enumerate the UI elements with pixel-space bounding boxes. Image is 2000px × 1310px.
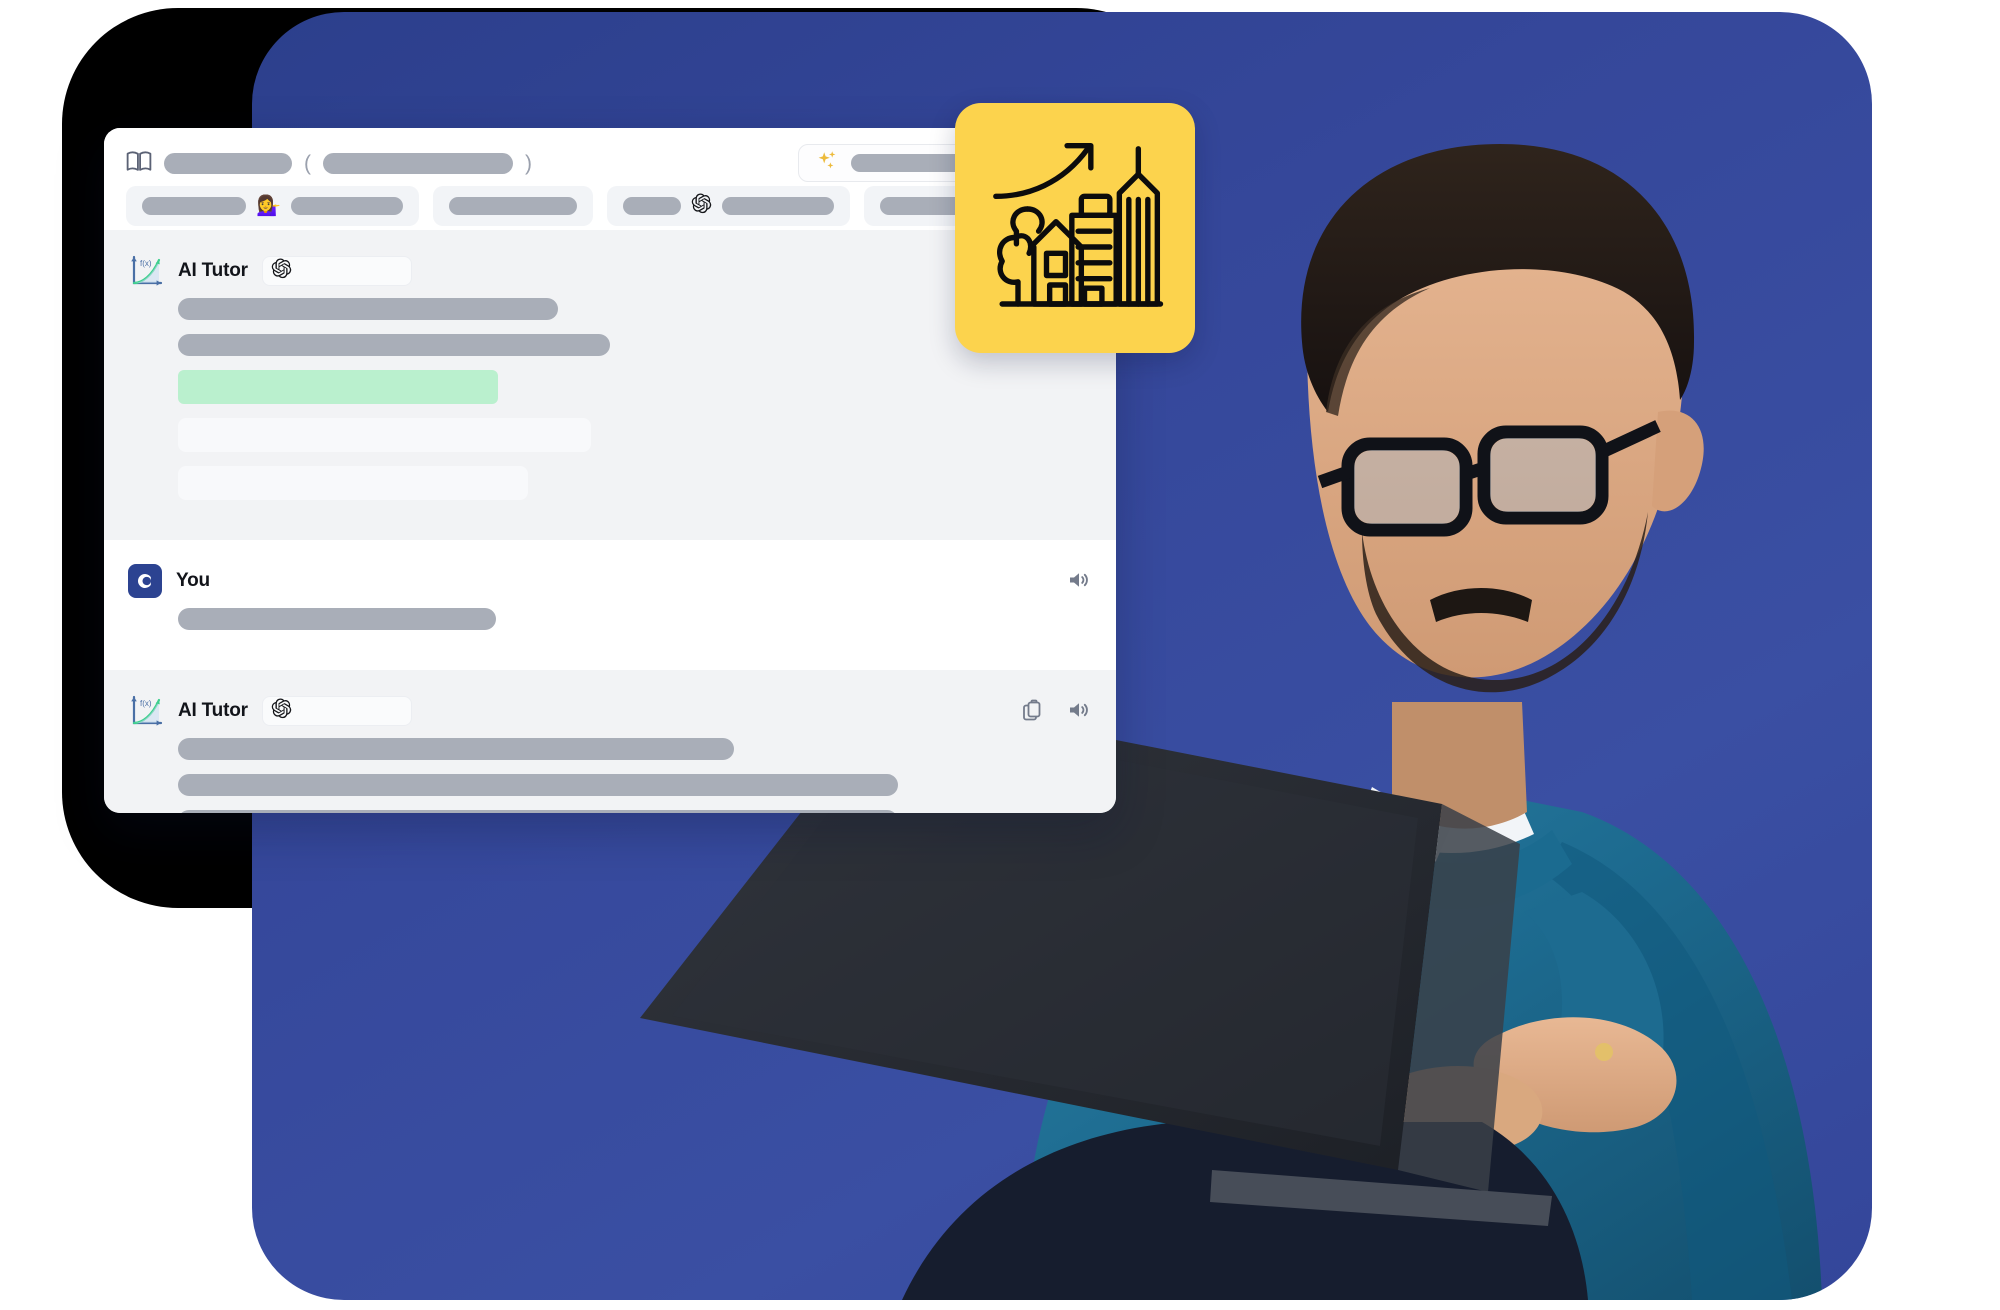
person-gesturing-emoji-icon: 💁‍♀️	[256, 195, 281, 217]
text-line	[178, 738, 734, 760]
tab-1-label	[142, 197, 246, 215]
chat-message-user: You	[104, 540, 1116, 670]
svg-text:f(x): f(x)	[140, 699, 152, 708]
scene-root: ( ) 💁‍♀️	[0, 0, 2000, 1310]
svg-text:f(x): f(x)	[140, 259, 152, 268]
tab-3-label	[622, 197, 681, 215]
fx-graph-icon: f(x)	[128, 694, 164, 728]
course-subtitle-redacted	[323, 152, 513, 174]
speaker-icon[interactable]	[1066, 698, 1090, 727]
text-line	[178, 810, 898, 813]
message-header: f(x) AI Tutor	[128, 694, 1090, 728]
message-author: AI Tutor	[178, 260, 248, 281]
openai-logo-icon	[691, 193, 712, 219]
open-book-icon	[126, 150, 152, 177]
message-author: You	[176, 570, 210, 591]
tab-2[interactable]	[432, 186, 593, 226]
chat-message-ai-2: f(x) AI Tutor	[104, 670, 1116, 813]
tab-3-label-2	[721, 197, 834, 215]
openai-logo-icon	[271, 698, 292, 724]
message-header: f(x) AI Tutor	[128, 254, 1090, 288]
message-body	[128, 286, 1090, 500]
tab-1-label-2	[290, 197, 403, 215]
text-line	[178, 774, 898, 796]
text-line	[178, 466, 528, 500]
highlighted-text-line	[178, 370, 498, 404]
course-title-redacted	[164, 152, 292, 174]
tab-2-label	[448, 197, 577, 215]
text-line	[178, 334, 610, 356]
tab-1[interactable]: 💁‍♀️	[126, 186, 419, 226]
message-actions	[1066, 568, 1090, 597]
text-line	[178, 418, 591, 452]
text-line	[178, 298, 558, 320]
tab-3[interactable]	[606, 186, 850, 226]
message-body	[128, 596, 1090, 630]
c-logo-icon	[128, 564, 162, 598]
copy-icon[interactable]	[1020, 698, 1044, 727]
paren-open: (	[304, 151, 311, 175]
speaker-icon[interactable]	[1066, 568, 1090, 597]
real-estate-growth-badge	[955, 103, 1195, 353]
model-badge	[261, 696, 412, 726]
model-badge	[261, 256, 412, 286]
message-header: You	[128, 564, 1090, 598]
sparkles-icon	[815, 149, 839, 178]
message-author: AI Tutor	[178, 700, 248, 721]
text-line	[178, 608, 496, 630]
openai-logo-icon	[271, 258, 292, 284]
message-actions	[1020, 698, 1090, 727]
paren-close: )	[525, 151, 532, 175]
fx-graph-icon: f(x)	[128, 254, 164, 288]
message-body	[128, 726, 1090, 813]
city-growth-chart-icon	[993, 142, 1164, 307]
